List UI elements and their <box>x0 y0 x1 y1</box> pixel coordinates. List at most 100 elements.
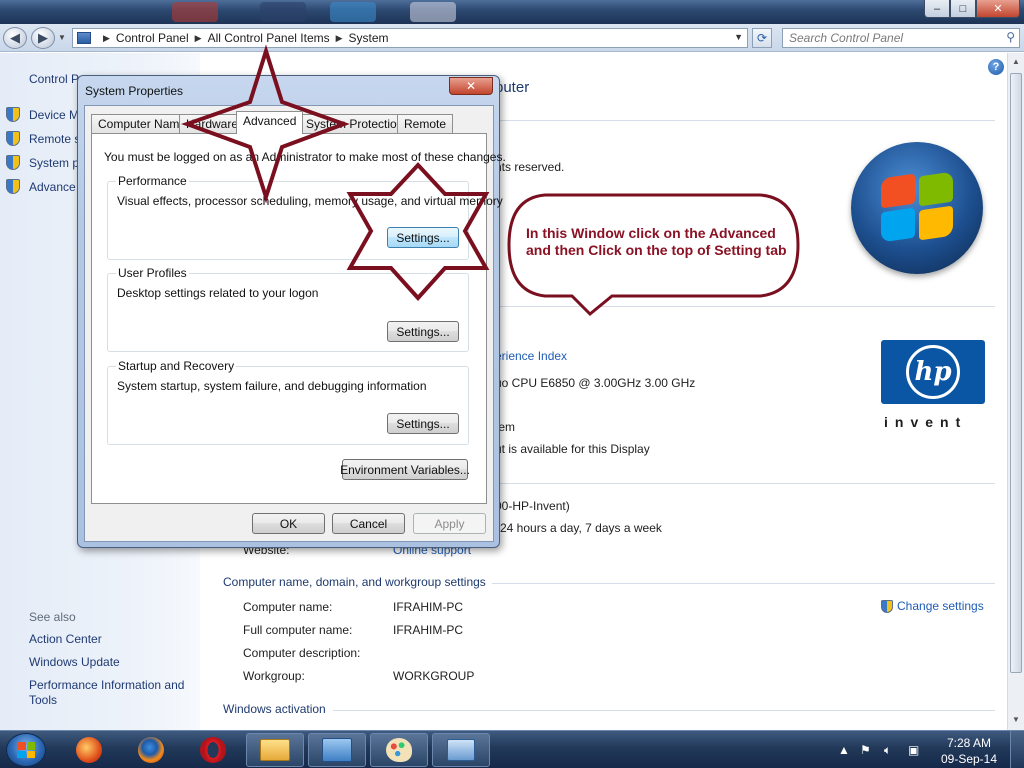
group-title: Startup and Recovery <box>116 359 237 373</box>
full-computer-name-value: IFRAHIM-PC <box>393 623 463 637</box>
firefox-icon <box>138 737 164 763</box>
minimize-button[interactable]: – <box>924 0 950 18</box>
recent-pages-dropdown[interactable]: ▼ <box>58 33 66 42</box>
control-panel-home-link[interactable]: Control P <box>29 72 79 86</box>
background-decoration <box>330 2 376 22</box>
windows-logo <box>851 142 983 274</box>
control-panel-taskbar-button[interactable] <box>308 733 366 767</box>
section-divider <box>492 583 995 584</box>
refresh-button[interactable]: ⟳ <box>752 28 772 48</box>
navigation-bar: ◀ ▶ ▼ ▶ Control Panel ▶ All Control Pane… <box>0 24 1024 52</box>
scroll-down-icon[interactable]: ▼ <box>1012 715 1020 724</box>
breadcrumb-control-panel[interactable]: Control Panel <box>116 31 189 45</box>
opera-taskbar-button[interactable] <box>184 733 242 767</box>
group-description: System startup, system failure, and debu… <box>117 379 427 393</box>
search-input[interactable]: Search Control Panel ⚲ <box>782 28 1020 48</box>
group-title: User Profiles <box>116 266 189 280</box>
show-hidden-icons-button[interactable]: ▲ <box>838 743 850 757</box>
section-divider <box>495 306 995 307</box>
system-clock[interactable]: 7:28 AM 09-Sep-14 <box>938 735 1000 767</box>
support-phone-value: 00-HP-Invent) <box>495 499 570 513</box>
window-titlebar: – □ ✕ <box>0 0 1024 24</box>
ok-button[interactable]: OK <box>252 513 325 534</box>
chevron-right-icon[interactable]: ▶ <box>336 33 343 44</box>
chevron-right-icon[interactable]: ▶ <box>103 33 110 44</box>
cancel-button[interactable]: Cancel <box>332 513 405 534</box>
windows-activation-section-title: Windows activation <box>223 702 326 716</box>
background-decoration <box>410 2 456 22</box>
windows-update-link[interactable]: Windows Update <box>29 655 199 670</box>
scrollbar-thumb[interactable] <box>1010 73 1022 673</box>
tab-system-protection[interactable]: System Protection <box>299 114 411 133</box>
background-decoration <box>172 2 218 22</box>
start-button[interactable] <box>6 733 46 767</box>
sidebar-item-system-protection[interactable]: System p <box>6 155 79 170</box>
file-explorer-icon <box>260 739 290 761</box>
file-explorer-taskbar-button[interactable] <box>246 733 304 767</box>
show-desktop-button[interactable] <box>1010 731 1024 768</box>
workgroup-value: WORKGROUP <box>393 669 475 683</box>
search-placeholder: Search Control Panel <box>789 31 904 45</box>
close-button[interactable]: ✕ <box>976 0 1020 18</box>
hp-invent-text: invent <box>884 414 968 430</box>
paint-taskbar-button[interactable] <box>370 733 428 767</box>
forward-button[interactable]: ▶ <box>31 27 55 49</box>
control-panel-icon <box>77 32 91 44</box>
sidebar-item-advanced-settings[interactable]: Advance <box>6 179 76 194</box>
sidebar-item-label: System p <box>29 155 80 170</box>
startup-recovery-settings-button[interactable]: Settings... <box>387 413 459 434</box>
scroll-up-icon[interactable]: ▲ <box>1012 57 1020 66</box>
action-center-link[interactable]: Action Center <box>29 632 199 647</box>
shield-icon <box>881 599 893 613</box>
action-center-flag-icon[interactable]: ⚑ <box>860 743 871 757</box>
dialog-close-button[interactable]: ✕ <box>449 77 493 95</box>
network-icon[interactable]: ▣ <box>908 743 919 757</box>
user-profiles-settings-button[interactable]: Settings... <box>387 321 459 342</box>
change-settings-link[interactable]: Change settings <box>881 599 984 613</box>
maximize-button[interactable]: □ <box>950 0 976 18</box>
tab-advanced[interactable]: Advanced <box>236 111 304 134</box>
section-divider <box>495 120 995 121</box>
group-title: Performance <box>116 174 189 188</box>
computer-name-label: Computer name: <box>243 600 333 614</box>
chevron-right-icon[interactable]: ▶ <box>195 33 202 44</box>
full-computer-name-label: Full computer name: <box>243 623 353 637</box>
apply-button[interactable]: Apply <box>413 513 486 534</box>
environment-variables-button[interactable]: Environment Variables... <box>340 459 470 480</box>
tab-remote[interactable]: Remote <box>397 114 454 133</box>
user-profiles-group: User Profiles Desktop settings related t… <box>107 266 469 352</box>
sidebar-item-device-manager[interactable]: Device M <box>6 107 79 122</box>
performance-information-link[interactable]: Performance Information and Tools <box>29 678 199 708</box>
sidebar-item-remote-settings[interactable]: Remote s <box>6 131 80 146</box>
help-icon[interactable]: ? <box>988 59 1004 75</box>
tab-computer-name[interactable]: Computer Name <box>91 114 194 133</box>
support-hours-value: 24 hours a day, 7 days a week <box>500 521 662 535</box>
section-divider <box>495 483 995 484</box>
clock-date: 09-Sep-14 <box>940 752 998 766</box>
address-bar[interactable]: ▶ Control Panel ▶ All Control Panel Item… <box>72 28 748 48</box>
breadcrumb-system[interactable]: System <box>349 31 389 45</box>
group-description: Desktop settings related to your logon <box>117 286 319 300</box>
shield-icon <box>6 131 20 146</box>
performance-settings-button[interactable]: Settings... <box>387 227 459 248</box>
breadcrumb-all-items[interactable]: All Control Panel Items <box>208 31 330 45</box>
startup-recovery-group: Startup and Recovery System startup, sys… <box>107 359 469 445</box>
chevron-down-icon[interactable]: ▼ <box>734 32 743 42</box>
system-properties-taskbar-button[interactable] <box>432 733 490 767</box>
background-decoration <box>260 2 306 22</box>
media-player-icon <box>76 737 102 763</box>
sidebar-item-label: Remote s <box>29 131 81 146</box>
media-player-taskbar-button[interactable] <box>60 733 118 767</box>
windows-experience-index-link[interactable]: erience Index <box>495 349 567 363</box>
search-icon[interactable]: ⚲ <box>1006 30 1015 44</box>
performance-group: Performance Visual effects, processor sc… <box>107 174 503 260</box>
processor-value: uo CPU E6850 @ 3.00GHz 3.00 GHz <box>495 376 696 390</box>
volume-icon[interactable]: 🔈︎ <box>884 743 891 758</box>
vertical-scrollbar[interactable]: ▲ ▼ <box>1007 53 1024 730</box>
computer-name-section-title: Computer name, domain, and workgroup set… <box>223 575 486 589</box>
paint-icon <box>386 738 412 762</box>
dialog-title: System Properties <box>85 84 184 98</box>
system-properties-dialog: System Properties ✕ Computer Name Hardwa… <box>77 75 506 548</box>
back-button[interactable]: ◀ <box>3 27 27 49</box>
firefox-taskbar-button[interactable] <box>122 733 180 767</box>
